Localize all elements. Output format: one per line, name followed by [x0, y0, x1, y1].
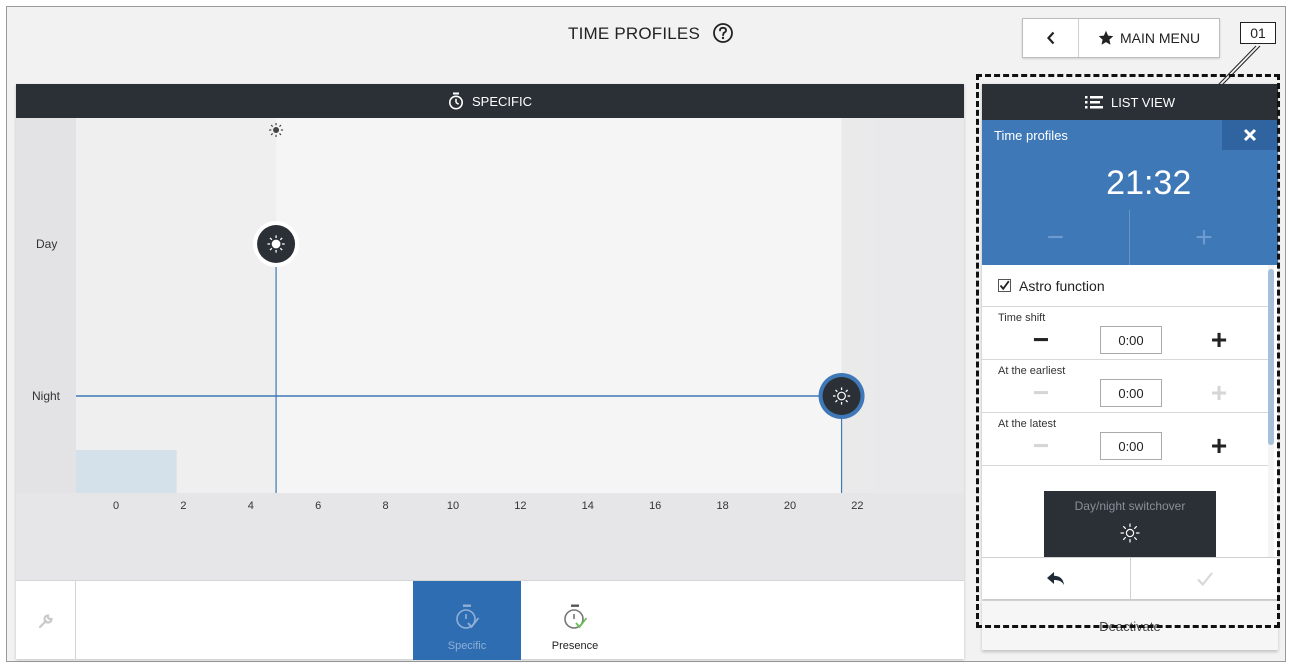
stopwatch-check-icon: [564, 604, 588, 629]
x-axis-strip: [16, 493, 964, 580]
page-title: TIME PROFILES: [568, 24, 701, 43]
specific-header: SPECIFIC: [16, 84, 964, 118]
x-tick-label: 14: [582, 500, 594, 512]
x-tick-label: 10: [447, 500, 459, 512]
sun-outline-icon: [1120, 523, 1140, 543]
back-button[interactable]: [1023, 19, 1079, 57]
x-tick-label: 4: [248, 500, 254, 512]
time-profiles-header: Time profiles: [982, 120, 1278, 150]
time-shift-field[interactable]: 0:00: [1100, 326, 1162, 354]
stopwatch-icon: [449, 92, 464, 110]
time-profile-chart[interactable]: Day Night 0 2 4 6 8 10 12 14 16 18 20 22: [16, 118, 964, 580]
time-editor: 21:32 − +: [982, 150, 1278, 265]
earliest-minus-button[interactable]: −: [1026, 377, 1056, 408]
time-shift-minus-button[interactable]: −: [1026, 324, 1056, 355]
latest-row: At the latest − 0:00 +: [982, 413, 1268, 466]
undo-button[interactable]: [982, 558, 1130, 600]
x-tick-label: 20: [784, 500, 796, 512]
y-label-column: [16, 118, 76, 493]
day-night-switchover-button[interactable]: Day/night switchover: [1044, 491, 1216, 557]
time-minus-symbol: −: [1046, 220, 1065, 254]
y-label-night: Night: [32, 389, 61, 403]
time-profiles-title: Time profiles: [994, 127, 1068, 143]
night-switch-point[interactable]: [818, 373, 865, 419]
question-circle-icon[interactable]: [712, 22, 734, 44]
chart-panel: SPECIFIC Day Night 0 2 4 6 8 10 12 14 16 18 20 22 Spe…: [16, 84, 964, 660]
switchover-label: Day/night switchover: [1074, 499, 1186, 513]
x-tick-label: 22: [851, 500, 863, 512]
time-shift-label: Time shift: [998, 312, 1046, 324]
deactivate-button[interactable]: Deactivate: [982, 600, 1278, 650]
sun-icon: [269, 123, 284, 137]
x-tick-label: 8: [383, 500, 389, 512]
astro-function-row[interactable]: Astro function: [982, 265, 1268, 307]
x-tick-label: 18: [716, 500, 728, 512]
tab-specific-label: Specific: [447, 640, 487, 652]
x-tick-label: 6: [315, 500, 321, 512]
settings-scrollbar[interactable]: [1268, 265, 1274, 557]
plot-band-early: [76, 118, 277, 493]
tab-presence[interactable]: Presence: [521, 581, 629, 660]
callout-label: 01: [1240, 22, 1276, 44]
chevron-left-icon: [1046, 31, 1054, 45]
time-shift-row: Time shift − 0:00 +: [982, 307, 1268, 360]
list-icon: [1084, 96, 1103, 109]
stopwatch-check-icon: [456, 604, 480, 629]
star-icon: [1098, 30, 1114, 45]
tab-specific[interactable]: Specific: [413, 581, 521, 660]
time-decrement-button[interactable]: −: [982, 210, 1130, 265]
x-tick-label: 16: [649, 500, 661, 512]
plot-band-late: [841, 118, 874, 493]
checkmark-icon: [1196, 572, 1213, 587]
list-view-panel: LIST VIEW Time profiles 21:32 − + Astro …: [982, 84, 1278, 600]
profile-tabs-bar: Specific Presence: [16, 580, 964, 660]
wrench-icon: [38, 613, 53, 628]
x-tick-label: 12: [514, 500, 526, 512]
time-shift-plus-button[interactable]: +: [1204, 324, 1234, 355]
scrollbar-thumb[interactable]: [1268, 269, 1274, 445]
x-tick-label: 0: [113, 500, 119, 512]
earliest-label: At the earliest: [998, 365, 1066, 377]
earliest-row: At the earliest − 0:00 +: [982, 360, 1268, 413]
confirm-button[interactable]: [1130, 558, 1278, 600]
x-tick-label: 2: [180, 500, 186, 512]
list-view-label: LIST VIEW: [1110, 94, 1176, 110]
latest-field[interactable]: 0:00: [1100, 432, 1162, 460]
moon-icon: [1071, 176, 1081, 194]
tab-presence-label: Presence: [551, 640, 599, 652]
latest-label: At the latest: [998, 418, 1057, 430]
earliest-field[interactable]: 0:00: [1100, 379, 1162, 407]
reply-arrow-icon: [1047, 572, 1064, 585]
day-switch-point[interactable]: [253, 221, 300, 267]
close-button[interactable]: [1222, 120, 1278, 150]
latest-plus-button[interactable]: +: [1204, 430, 1234, 461]
latest-minus-button[interactable]: −: [1026, 430, 1056, 461]
time-increment-button[interactable]: +: [1130, 210, 1278, 265]
checkmark-icon: [999, 280, 1010, 291]
time-display: 21:32: [982, 164, 1278, 203]
time-value: 21:32: [1106, 164, 1192, 202]
earliest-plus-button[interactable]: +: [1204, 377, 1234, 408]
y-label-day: Day: [36, 237, 57, 251]
settings-wrench-button[interactable]: [16, 581, 76, 660]
astro-function-checkbox[interactable]: [998, 279, 1011, 292]
settings-list: Astro function Time shift − 0:00 + At th…: [982, 265, 1268, 557]
astro-function-label: Astro function: [1019, 277, 1105, 294]
panel-footer: [982, 557, 1278, 600]
close-icon: [1243, 128, 1257, 142]
list-view-button[interactable]: LIST VIEW: [982, 84, 1278, 120]
chart-svg: Day Night 0 2 4 6 8 10 12 14 16 18 20 22: [16, 118, 964, 580]
current-time-band: [76, 450, 177, 493]
time-plus-symbol: +: [1195, 220, 1213, 254]
plot-band-day: [276, 118, 842, 493]
specific-header-label: SPECIFIC: [472, 93, 532, 109]
